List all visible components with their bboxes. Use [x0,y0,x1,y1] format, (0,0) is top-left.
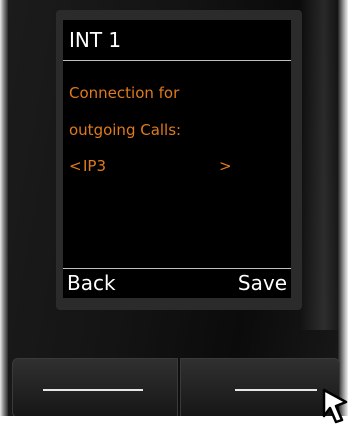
connection-selector[interactable]: < IP3 > [69,156,249,176]
display-key-row [0,358,348,418]
selector-prev-arrow[interactable]: < [69,156,82,176]
left-display-key-marker [43,389,143,391]
back-softkey-label[interactable]: Back [67,271,116,295]
bezel-highlight [300,0,340,330]
message-line-1: Connection for [69,84,180,102]
image-base-margin [0,416,348,438]
selector-value: IP3 [83,157,107,175]
softkey-bar: Back Save [63,268,291,299]
message-line-2: outgoing Calls: [69,121,182,139]
arrow-pointer-icon [322,388,348,424]
screen-title: INT 1 [69,28,122,52]
selector-next-arrow[interactable]: > [219,156,232,176]
save-softkey-label[interactable]: Save [238,271,287,295]
left-display-key[interactable] [12,358,178,418]
right-display-key-marker [235,389,317,391]
right-display-key[interactable] [180,358,340,418]
title-bar: INT 1 [63,20,291,61]
display-screen: INT 1 Connection for outgoing Calls: < I… [63,20,291,298]
phone-handset: INT 1 Connection for outgoing Calls: < I… [0,0,348,438]
